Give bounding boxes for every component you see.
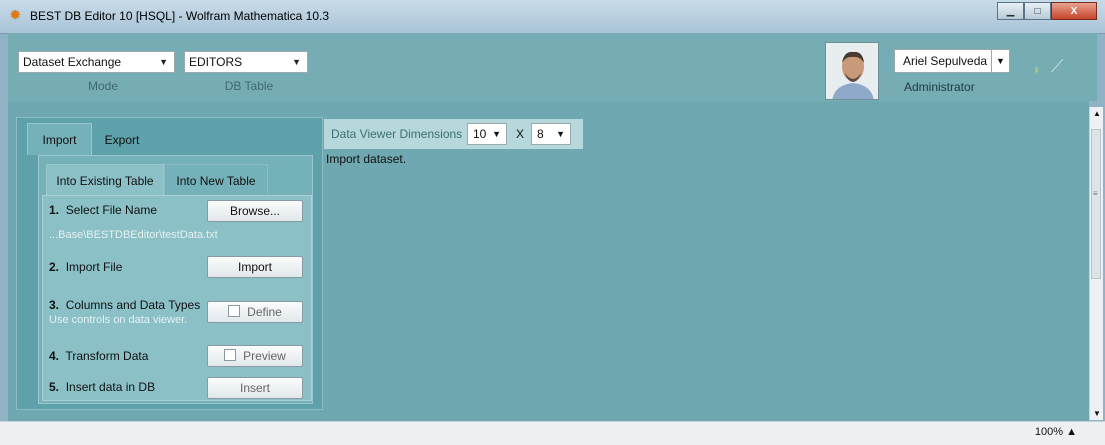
chevron-down-icon: ▼	[159, 57, 168, 67]
zoom-value: 100%	[1034, 426, 1064, 438]
minimize-button[interactable]: ▁	[997, 2, 1024, 20]
step-2-text: Import File	[65, 260, 123, 274]
top-toolbar: Dataset Exchange ▼ Mode EDITORS ▼ DB Tab…	[8, 33, 1097, 101]
maximize-button[interactable]: □	[1024, 2, 1051, 20]
close-button[interactable]: X	[1051, 2, 1097, 20]
scroll-down-icon[interactable]: ▼	[1093, 409, 1101, 418]
chevron-up-icon: ▲	[1066, 426, 1077, 438]
step-3-label: 3. Columns and Data Types	[49, 298, 200, 312]
status-bar: 100% ▲	[0, 421, 1105, 445]
plug-icon[interactable]: ⟋	[1051, 56, 1064, 77]
times-symbol: X	[516, 127, 525, 141]
step-2-label: 2. Import File	[49, 260, 122, 274]
preview-button[interactable]: Preview	[207, 345, 303, 367]
define-button[interactable]: Define	[207, 301, 303, 323]
zoom-control[interactable]: 100% ▲	[1035, 426, 1077, 438]
grip-icon: ≡	[1093, 189, 1098, 198]
mode-value: Dataset Exchange	[23, 55, 122, 69]
app-icon: ✹	[9, 7, 22, 24]
cols-select[interactable]: 8 ▼	[531, 123, 571, 145]
tab-import[interactable]: Import	[27, 123, 92, 155]
user-select[interactable]: Ariel Sepulveda ▼	[894, 49, 1010, 73]
step-4-text: Transform Data	[65, 349, 149, 363]
window-controls: ▁ □ X	[997, 2, 1097, 22]
user-name: Ariel Sepulveda	[903, 54, 988, 68]
step-1-label: 1. Select File Name	[49, 203, 157, 217]
step-5-number: 5.	[49, 380, 60, 394]
rows-value: 10	[473, 127, 487, 141]
tab-export[interactable]: Export	[92, 123, 152, 155]
mode-label: Mode	[87, 79, 119, 93]
define-label: Define	[247, 305, 282, 319]
window-title: BEST DB Editor 10 [HSQL] - Wolfram Mathe…	[30, 9, 330, 23]
import-message: Import dataset.	[326, 152, 407, 166]
user-photo	[826, 43, 878, 99]
chevron-down-icon: ▼	[492, 129, 501, 139]
checkbox-icon	[228, 305, 241, 317]
import-button[interactable]: Import	[207, 256, 303, 278]
chevron-down-icon: ▼	[556, 129, 565, 139]
rows-select[interactable]: 10 ▼	[467, 123, 507, 145]
mode-select[interactable]: Dataset Exchange ▼	[18, 51, 175, 73]
data-viewer-dimensions: Data Viewer Dimensions 10 ▼ X 8 ▼	[324, 119, 583, 149]
step-5-text: Insert data in DB	[65, 380, 156, 394]
tab-into-existing-table[interactable]: Into Existing Table	[46, 164, 164, 196]
db-table-select[interactable]: EDITORS ▼	[184, 51, 308, 73]
step-1-text: Select File Name	[65, 203, 158, 217]
title-bar: ✹ BEST DB Editor 10 [HSQL] - Wolfram Mat…	[0, 0, 1105, 34]
db-table-value: EDITORS	[189, 55, 243, 69]
step-1-number: 1.	[49, 203, 60, 217]
chevron-down-icon[interactable]: ▼	[991, 50, 1009, 72]
step-3-note: Use controls on data viewer.	[49, 314, 188, 326]
step-3-number: 3.	[49, 298, 60, 312]
vertical-scrollbar[interactable]: ▲ ≡ ▼	[1089, 107, 1103, 420]
step-4-number: 4.	[49, 349, 60, 363]
bulb-icon[interactable]: ♀	[1032, 63, 1041, 77]
viewer-dimensions-label: Data Viewer Dimensions	[331, 127, 463, 141]
preview-label: Preview	[243, 349, 286, 363]
user-role: Administrator	[904, 80, 975, 94]
browse-button[interactable]: Browse...	[207, 200, 303, 222]
cols-value: 8	[537, 127, 544, 141]
avatar	[825, 42, 879, 100]
tab-into-new-table[interactable]: Into New Table	[164, 164, 268, 196]
insert-button[interactable]: Insert	[207, 377, 303, 399]
file-path: ...Base\BESTDBEditor\testData.txt	[49, 229, 218, 241]
step-2-number: 2.	[49, 260, 60, 274]
db-table-label: DB Table	[224, 79, 274, 93]
scroll-thumb[interactable]	[1091, 129, 1101, 279]
chevron-down-icon: ▼	[292, 57, 301, 67]
scroll-up-icon[interactable]: ▲	[1093, 109, 1101, 118]
step-5-label: 5. Insert data in DB	[49, 380, 155, 394]
step-3-text: Columns and Data Types	[65, 298, 201, 312]
checkbox-icon	[224, 349, 237, 361]
step-4-label: 4. Transform Data	[49, 349, 148, 363]
